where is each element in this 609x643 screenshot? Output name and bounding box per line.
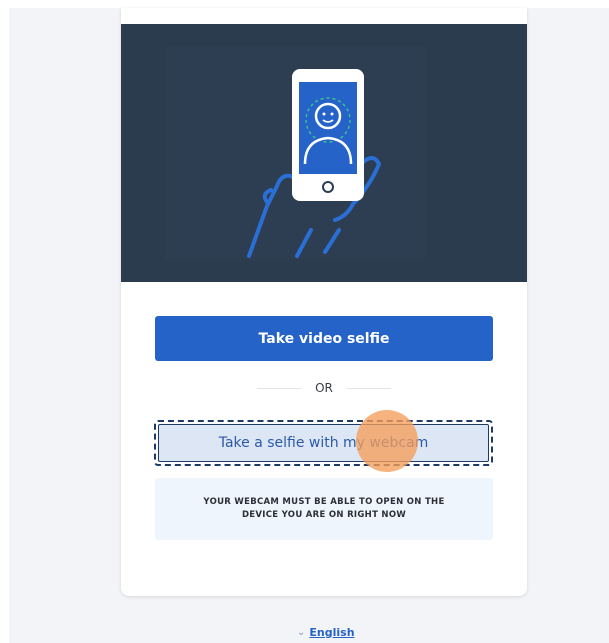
chevron-down-icon: ⌄ [297,626,306,638]
selfie-card: Take video selfie OR Take a selfie with … [121,8,527,596]
or-divider: OR [257,378,391,398]
language-link[interactable]: English [309,626,354,639]
webcam-notice-box: YOUR WEBCAM MUST BE ABLE TO OPEN ON THE … [155,478,493,540]
divider-line-left [257,387,302,389]
hero-illustration-panel [121,24,527,282]
take-video-selfie-button[interactable]: Take video selfie [155,316,493,361]
webcam-notice-text: YOUR WEBCAM MUST BE ABLE TO OPEN ON THE … [203,497,445,520]
webcam-selfie-button[interactable]: Take a selfie with my webcam [154,420,493,466]
divider-line-right [346,387,391,389]
or-divider-label: OR [315,381,333,395]
phone-selfie-illustration [165,46,425,260]
webcam-selfie-button-label[interactable]: Take a selfie with my webcam [158,424,489,462]
click-indicator [356,410,418,472]
language-selector[interactable]: ⌄ English [297,624,355,640]
